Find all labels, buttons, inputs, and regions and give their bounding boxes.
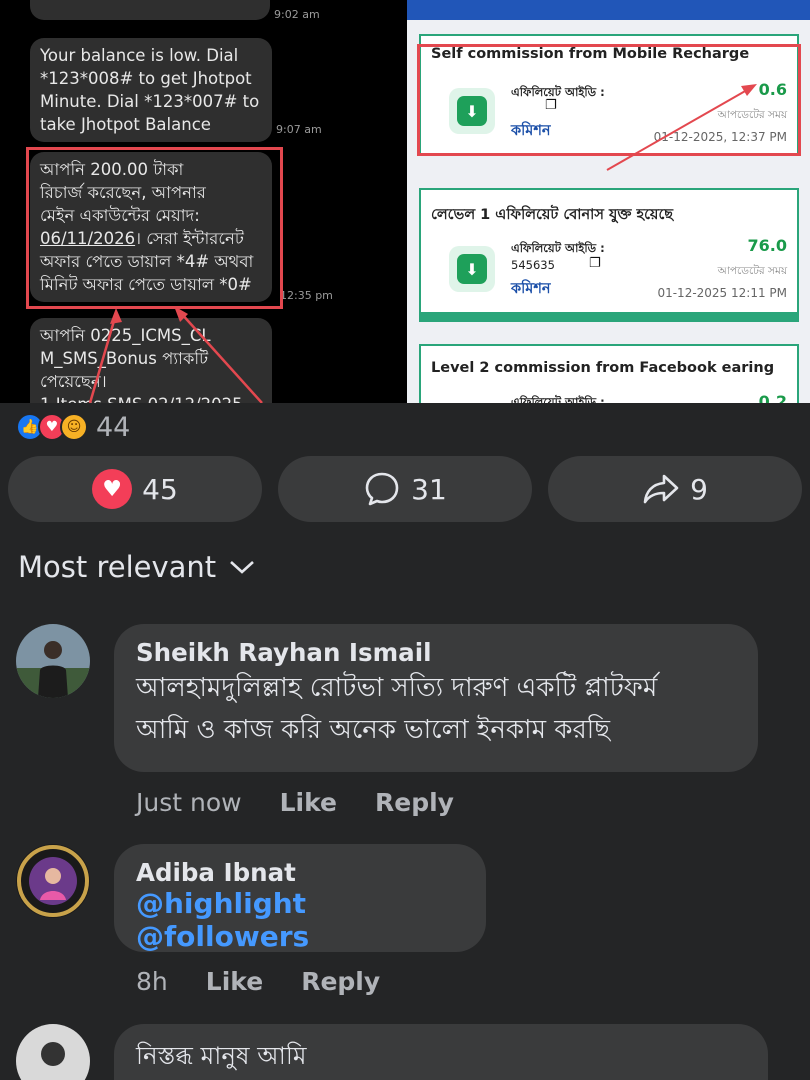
facebook-post-page: 9:02 am Your balance is low. Dial *123*0… [0, 0, 810, 1080]
user-avatar-icon [16, 844, 90, 918]
app-screenshot: Self commission from Mobile Recharge ⬇ এ… [407, 0, 810, 403]
reply-button[interactable]: Reply [301, 967, 380, 996]
comment-author[interactable]: Sheikh Rayhan Ismail [136, 638, 736, 667]
user-avatar-icon [16, 1024, 90, 1080]
share-count: 9 [690, 472, 708, 506]
comment-time: Just now [136, 788, 242, 817]
react-count: 45 [142, 472, 178, 506]
avatar[interactable] [16, 1024, 90, 1080]
care-icon: ☺ [60, 413, 88, 441]
comment-mentions[interactable]: @highlight @followers [136, 887, 464, 953]
share-button[interactable]: 9 [548, 456, 802, 522]
comment-button[interactable]: 31 [278, 456, 532, 522]
avatar[interactable] [16, 624, 90, 698]
comment-actions: 8h Like Reply [136, 967, 380, 996]
share-icon [643, 474, 679, 504]
react-button[interactable]: ♥ 45 [8, 456, 262, 522]
arrow-annotation [606, 84, 757, 171]
post-image[interactable]: 9:02 am Your balance is low. Dial *123*0… [0, 0, 810, 403]
user-avatar-icon [16, 624, 90, 698]
avatar[interactable] [16, 844, 90, 918]
comment-text: আলহামদুলিল্লাহ রোটভা সত্যি দারুণ একটি প্… [136, 673, 658, 703]
reaction-summary[interactable]: 👍 ♥ ☺ 44 [16, 411, 131, 443]
comment-text: আমি ও কাজ করি অনেক ভালো ইনকাম করছি [136, 715, 610, 745]
comment-author[interactable]: Adiba Ibnat [136, 858, 464, 887]
comment-sort-dropdown[interactable]: Most relevant [18, 550, 256, 584]
comment-author[interactable]: নিস্তব্ধ মানুষ আমি [136, 1038, 746, 1078]
comment-actions: Just now Like Reply [136, 788, 454, 817]
love-icon: ♥ [92, 469, 133, 509]
like-comment-button[interactable]: Like [280, 788, 337, 817]
sms-screenshot: 9:02 am Your balance is low. Dial *123*0… [0, 0, 407, 403]
reply-button[interactable]: Reply [375, 788, 454, 817]
chevron-down-icon [230, 561, 255, 574]
comment-bubble[interactable]: Adiba Ibnat @highlight @followers [114, 844, 486, 953]
comment-icon [365, 472, 399, 506]
comment-bubble[interactable]: নিস্তব্ধ মানুষ আমি [114, 1024, 768, 1080]
comment-time: 8h [136, 967, 168, 996]
reaction-count: 44 [96, 411, 131, 443]
comment-count: 31 [411, 472, 447, 506]
arrow-annotation [88, 306, 263, 403]
like-comment-button[interactable]: Like [206, 967, 263, 996]
sort-label: Most relevant [18, 550, 217, 584]
comment-bubble[interactable]: Sheikh Rayhan Ismail আলহামদুলিল্লাহ রোটভ… [114, 624, 758, 772]
